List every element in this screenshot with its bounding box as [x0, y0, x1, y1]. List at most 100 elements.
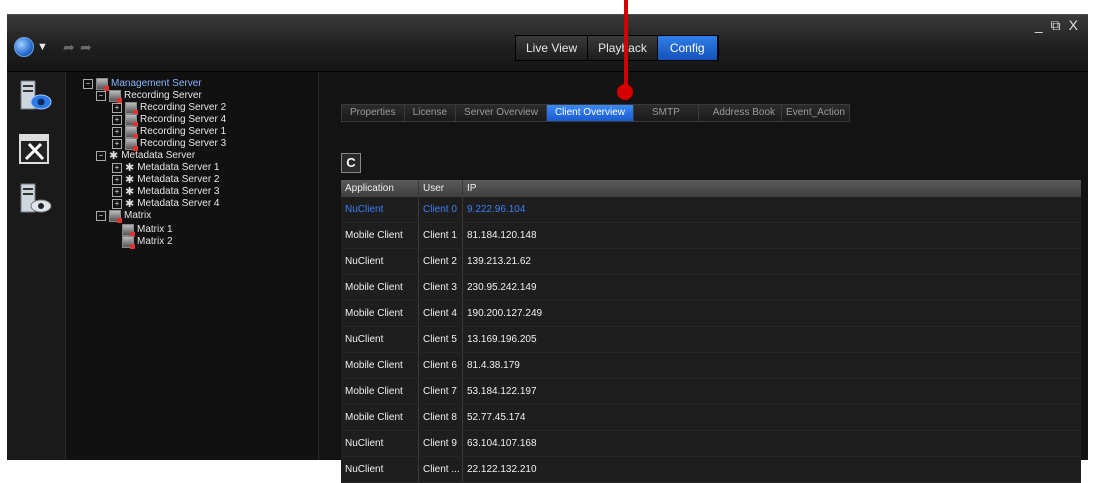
cell-application: NuClient [341, 457, 419, 482]
collapse-icon[interactable]: − [96, 91, 106, 101]
back-arrow-icon[interactable]: ➦ [63, 39, 75, 56]
tools-icon[interactable] [17, 131, 53, 167]
cell-ip: 22.122.132.210 [467, 464, 537, 475]
cell-application: Mobile Client [341, 405, 419, 430]
tab-address-book[interactable]: Address Book [698, 105, 783, 121]
recording-server-icon [125, 126, 138, 139]
column-header-ip[interactable]: IP [463, 180, 1081, 197]
recording-server-icon [125, 138, 138, 151]
table-row[interactable]: Mobile Client Client 6 81.4.38.179 [341, 353, 1081, 379]
annotation-marker-dot [617, 84, 633, 100]
tab-config[interactable]: Config [657, 36, 718, 60]
tree-node-metadata-server-3[interactable]: + ✱ Metadata Server 3 [112, 186, 219, 198]
mode-tabs: Live View Playback Config [515, 35, 719, 61]
table-row[interactable]: NuClient Client ... 22.122.132.210 [341, 457, 1081, 483]
cell-ip: 9.222.96.104 [467, 204, 526, 215]
cell-user: Client 3 [419, 275, 463, 300]
tab-server-overview[interactable]: Server Overview [456, 105, 547, 121]
forward-arrow-icon[interactable]: ➦ [80, 39, 92, 56]
tree-node-recording-server-3[interactable]: + Recording Server 3 [112, 138, 226, 151]
cell-user: Client 4 [419, 301, 463, 326]
metadata-server-icon: ✱ [109, 150, 119, 162]
tab-properties[interactable]: Properties [342, 105, 405, 121]
tab-license[interactable]: License [404, 105, 457, 121]
refresh-button[interactable]: C [341, 153, 361, 173]
matrix-icon [109, 210, 122, 223]
globe-icon [14, 37, 34, 57]
cell-application: Mobile Client [341, 301, 419, 326]
cell-user: Client 6 [419, 353, 463, 378]
column-header-application[interactable]: Application [341, 180, 419, 197]
recording-server-icon [125, 102, 138, 115]
tree-node-metadata-server[interactable]: − ✱ Metadata Server [96, 150, 195, 162]
expand-icon[interactable]: + [112, 115, 122, 125]
tree-node-recording-server-4[interactable]: + Recording Server 4 [112, 114, 226, 127]
expand-icon[interactable]: + [112, 127, 122, 137]
cell-user: Client 5 [419, 327, 463, 352]
table-row[interactable]: NuClient Client 0 9.222.96.104 [341, 197, 1081, 223]
tree-node-matrix-1[interactable]: Matrix 1 [122, 224, 173, 237]
config-subtabs: Properties License Server Overview Clien… [341, 104, 850, 122]
config-panel: Properties License Server Overview Clien… [319, 72, 1088, 483]
tab-smtp[interactable]: SMTP [633, 105, 699, 121]
table-row[interactable]: Mobile Client Client 1 81.184.120.148 [341, 223, 1081, 249]
expand-icon[interactable]: + [112, 103, 122, 113]
cell-user: Client 8 [419, 405, 463, 430]
expand-icon[interactable]: + [112, 163, 122, 173]
cell-ip: 63.104.107.168 [467, 438, 537, 449]
table-row[interactable]: Mobile Client Client 4 190.200.127.249 [341, 301, 1081, 327]
management-server-icon [96, 78, 109, 91]
recording-server-icon [125, 114, 138, 127]
table-row[interactable]: Mobile Client Client 7 53.184.122.197 [341, 379, 1081, 405]
tree-node-metadata-server-4[interactable]: + ✱ Metadata Server 4 [112, 198, 219, 210]
tree-node-recording-server[interactable]: − Recording Server [96, 90, 202, 103]
table-row[interactable]: Mobile Client Client 3 230.95.242.149 [341, 275, 1081, 301]
server-view-icon[interactable] [17, 78, 53, 114]
expand-icon[interactable]: + [112, 187, 122, 197]
cell-ip: 230.95.242.149 [467, 282, 537, 293]
table-row[interactable]: NuClient Client 9 63.104.107.168 [341, 431, 1081, 457]
metadata-server-icon: ✱ [125, 174, 135, 186]
recording-server-icon [109, 90, 122, 103]
tree-node-recording-server-1[interactable]: + Recording Server 1 [112, 126, 226, 139]
tab-event-action[interactable]: Event_Action [782, 105, 849, 121]
tab-live-view[interactable]: Live View [516, 36, 589, 60]
tree-node-management-server[interactable]: − Management Server [83, 78, 202, 91]
metadata-server-icon: ✱ [125, 162, 135, 174]
tree-node-matrix-2[interactable]: Matrix 2 [122, 236, 173, 249]
tree-node-recording-server-2[interactable]: + Recording Server 2 [112, 102, 226, 115]
restore-button[interactable]: ⧉ [1051, 17, 1061, 34]
collapse-icon[interactable]: − [96, 211, 106, 221]
table-row[interactable]: Mobile Client Client 8 52.77.45.174 [341, 405, 1081, 431]
column-header-user[interactable]: User [419, 180, 463, 197]
close-button[interactable]: X [1069, 17, 1078, 34]
client-table: Application User IP NuClient Client 0 9.22… [341, 180, 1081, 483]
tab-playback[interactable]: Playback [588, 36, 658, 60]
tree-node-matrix[interactable]: − Matrix [96, 210, 151, 223]
minimize-button[interactable]: _ [1035, 17, 1043, 34]
expand-icon[interactable]: + [112, 175, 122, 185]
cell-ip: 53.184.122.197 [467, 386, 537, 397]
table-header: Application User IP [341, 180, 1081, 197]
cell-user: Client 1 [419, 223, 463, 248]
server-monitor-icon[interactable] [17, 181, 53, 217]
collapse-icon[interactable]: − [96, 151, 106, 161]
cell-user: Client 9 [419, 431, 463, 456]
cell-application: NuClient [341, 197, 419, 222]
expand-icon[interactable]: + [112, 199, 122, 209]
tab-client-overview[interactable]: Client Overview [546, 105, 634, 121]
table-row[interactable]: NuClient Client 2 139.213.21.62 [341, 249, 1081, 275]
matrix-icon [122, 236, 135, 249]
cell-ip: 13.169.196.205 [467, 334, 537, 345]
tree-node-metadata-server-2[interactable]: + ✱ Metadata Server 2 [112, 174, 219, 186]
title-bar: ▼ ➦ ➦ Live View Playback Config _ ⧉ X [7, 15, 1088, 72]
expand-icon[interactable]: + [112, 139, 122, 149]
cell-user: Client 0 [419, 197, 463, 222]
tree-node-metadata-server-1[interactable]: + ✱ Metadata Server 1 [112, 162, 219, 174]
application-window: ▼ ➦ ➦ Live View Playback Config _ ⧉ X − … [7, 14, 1088, 483]
main-menu-button[interactable]: ▼ [14, 37, 50, 57]
collapse-icon[interactable]: − [83, 79, 93, 89]
cell-application: NuClient [341, 431, 419, 456]
cell-ip: 81.184.120.148 [467, 230, 537, 241]
table-row[interactable]: NuClient Client 5 13.169.196.205 [341, 327, 1081, 353]
